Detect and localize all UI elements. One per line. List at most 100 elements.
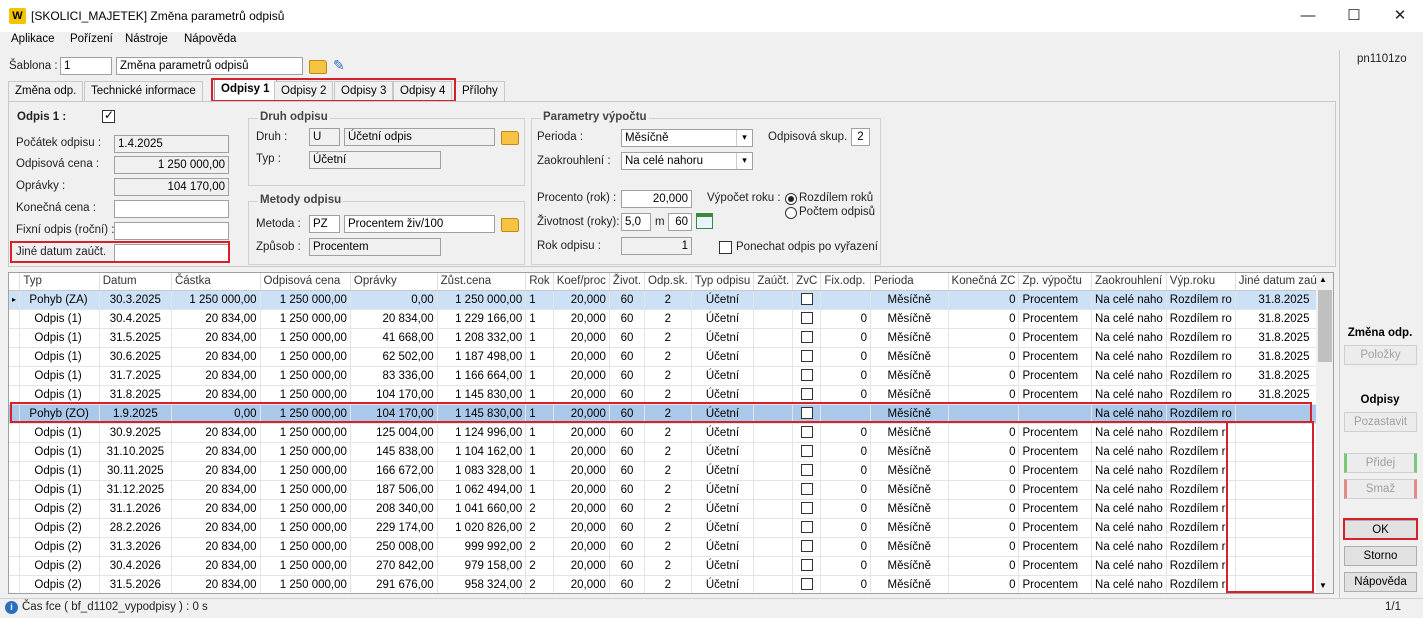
grid-cell[interactable]: 30.4.2025: [99, 309, 172, 329]
grid-cell[interactable]: Procentem: [1018, 309, 1093, 329]
grid-cell[interactable]: Procentem: [1018, 423, 1093, 443]
grid-cell[interactable]: 30.4.2026: [99, 556, 172, 576]
grid-cell[interactable]: [792, 328, 822, 348]
grid-cell[interactable]: [753, 442, 794, 462]
zpusob-field[interactable]: Procentem: [309, 238, 441, 256]
grid-cell[interactable]: Na celé naho: [1091, 290, 1167, 310]
grid-cell[interactable]: 208 340,00: [350, 499, 438, 519]
grid-cell[interactable]: Účetní: [691, 556, 755, 576]
grid-cell[interactable]: 0: [820, 575, 871, 593]
grid-cell[interactable]: Odpis (1): [19, 328, 100, 348]
grid-cell[interactable]: Procentem: [1018, 366, 1093, 386]
grid-cell[interactable]: Rozdílem r: [1166, 556, 1236, 576]
table-row[interactable]: Odpis (1) 30.4.2025 20 834,00 1 250 000,00 2…: [9, 309, 1333, 329]
odpisy-grid[interactable]: Typ Datum Částka Odpisová cena Oprávky Zůst.c…: [8, 272, 1334, 594]
grid-cell[interactable]: 1 250 000,00: [260, 461, 351, 481]
table-row[interactable]: Odpis (2) 28.2.2026 20 834,00 1 250 000,00 2…: [9, 518, 1333, 538]
grid-cell[interactable]: 0: [948, 328, 1020, 348]
grid-cell[interactable]: Procentem: [1018, 328, 1093, 348]
grid-header-16[interactable]: Zp. výpočtu: [1018, 273, 1093, 291]
grid-header-10[interactable]: Typ odpisu: [691, 273, 755, 291]
grid-cell[interactable]: Na celé naho: [1091, 518, 1167, 538]
odpis-active-checkbox[interactable]: ✓: [102, 108, 115, 123]
grid-cell[interactable]: 20,000: [553, 442, 610, 462]
grid-cell[interactable]: Na celé naho: [1091, 499, 1167, 519]
grid-cell[interactable]: 1 250 000,00: [260, 366, 351, 386]
storno-button[interactable]: Storno: [1344, 546, 1417, 566]
grid-cell[interactable]: 0: [820, 442, 871, 462]
zvc-checkbox[interactable]: [800, 464, 813, 477]
grid-cell[interactable]: Rozdílem ro: [1166, 309, 1236, 329]
grid-header-11[interactable]: Zaúčt.: [753, 273, 794, 291]
grid-cell[interactable]: Odpis (2): [19, 575, 100, 593]
grid-cell[interactable]: 2: [644, 499, 692, 519]
scroll-up-icon[interactable]: ▲: [1319, 275, 1327, 284]
grid-cell[interactable]: Rozdílem ro: [1166, 347, 1236, 367]
metoda-folder-icon[interactable]: [501, 218, 519, 232]
menu-napoveda[interactable]: Nápověda: [184, 33, 236, 45]
grid-cell[interactable]: 270 842,00: [350, 556, 438, 576]
grid-header-2[interactable]: Částka: [171, 273, 261, 291]
grid-cell[interactable]: Odpis (1): [19, 461, 100, 481]
pozastavit-button[interactable]: Pozastavit: [1344, 412, 1417, 432]
grid-cell[interactable]: 1 166 664,00: [437, 366, 527, 386]
grid-cell[interactable]: Měsíčně: [870, 309, 949, 329]
grid-cell[interactable]: 60: [609, 347, 646, 367]
grid-cell[interactable]: 31.7.2025: [99, 366, 172, 386]
grid-cell[interactable]: 1 250 000,00: [260, 480, 351, 500]
grid-cell[interactable]: Na celé naho: [1091, 575, 1167, 593]
smaz-button[interactable]: Smaž: [1344, 479, 1417, 499]
close-button[interactable]: ✕: [1377, 0, 1423, 32]
grid-cell[interactable]: 60: [609, 575, 646, 593]
grid-cell[interactable]: [792, 556, 822, 576]
menu-aplikace[interactable]: Aplikace: [11, 33, 54, 45]
grid-cell[interactable]: [753, 575, 794, 593]
grid-cell[interactable]: 187 506,00: [350, 480, 438, 500]
grid-cell[interactable]: [753, 537, 794, 557]
grid-cell[interactable]: Účetní: [691, 537, 755, 557]
grid-cell[interactable]: 1 250 000,00: [260, 537, 351, 557]
grid-cell[interactable]: 60: [609, 556, 646, 576]
grid-cell[interactable]: 1 250 000,00: [437, 290, 527, 310]
polozky-button[interactable]: Položky: [1344, 345, 1417, 365]
grid-cell[interactable]: [753, 347, 794, 367]
grid-cell[interactable]: 1: [525, 366, 554, 386]
grid-cell[interactable]: [753, 461, 794, 481]
grid-cell[interactable]: Měsíčně: [870, 423, 949, 443]
grid-cell[interactable]: 31.5.2026: [99, 575, 172, 593]
grid-cell[interactable]: 0: [820, 347, 871, 367]
metoda-name-field[interactable]: Procentem živ/100: [344, 215, 495, 233]
grid-cell[interactable]: Procentem: [1018, 499, 1093, 519]
grid-cell[interactable]: Na celé naho: [1091, 461, 1167, 481]
grid-cell[interactable]: [792, 480, 822, 500]
table-row[interactable]: Odpis (1) 31.7.2025 20 834,00 1 250 000,00 8…: [9, 366, 1333, 386]
menu-porizeni[interactable]: Pořízení: [70, 33, 113, 45]
table-row[interactable]: Odpis (1) 31.10.2025 20 834,00 1 250 000,00…: [9, 442, 1333, 462]
grid-cell[interactable]: 60: [609, 290, 646, 310]
grid-cell[interactable]: 60: [609, 480, 646, 500]
grid-cell[interactable]: Procentem: [1018, 480, 1093, 500]
grid-cell[interactable]: 2: [644, 461, 692, 481]
grid-cell[interactable]: 20 834,00: [171, 556, 261, 576]
grid-cell[interactable]: Měsíčně: [870, 328, 949, 348]
grid-cell[interactable]: 20 834,00: [171, 347, 261, 367]
grid-cell[interactable]: 2: [644, 347, 692, 367]
grid-cell[interactable]: Účetní: [691, 309, 755, 329]
grid-cell[interactable]: 0: [948, 366, 1020, 386]
grid-cell[interactable]: [792, 537, 822, 557]
grid-cell[interactable]: 41 668,00: [350, 328, 438, 348]
open-folder-icon[interactable]: [309, 60, 327, 74]
grid-header-7[interactable]: Koef/proc: [553, 273, 610, 291]
napoveda-button[interactable]: Nápověda: [1344, 572, 1417, 592]
grid-cell[interactable]: Na celé naho: [1091, 366, 1167, 386]
grid-cell[interactable]: 20 834,00: [171, 499, 261, 519]
grid-cell[interactable]: 20,000: [553, 499, 610, 519]
mesice-field[interactable]: 60: [668, 213, 692, 231]
grid-cell[interactable]: 0: [948, 480, 1020, 500]
grid-cell[interactable]: Procentem: [1018, 518, 1093, 538]
grid-cell[interactable]: [792, 499, 822, 519]
table-row[interactable]: Odpis (1) 31.12.2025 20 834,00 1 250 000,00…: [9, 480, 1333, 500]
grid-cell[interactable]: 60: [609, 366, 646, 386]
table-row[interactable]: Odpis (1) 31.5.2025 20 834,00 1 250 000,00 4…: [9, 328, 1333, 348]
grid-cell[interactable]: 979 158,00: [437, 556, 527, 576]
